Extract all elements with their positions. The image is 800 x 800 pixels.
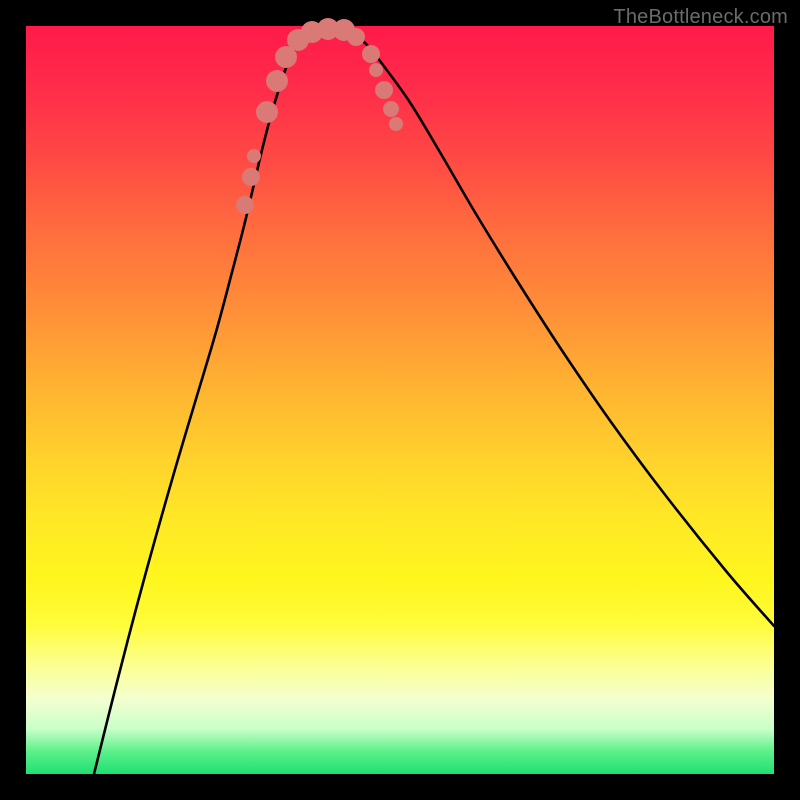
- data-marker: [375, 81, 393, 99]
- bottleneck-curve: [94, 29, 774, 774]
- marker-group: [236, 18, 403, 214]
- data-marker: [383, 101, 399, 117]
- data-marker: [236, 196, 254, 214]
- data-marker: [347, 28, 365, 46]
- outer-frame: TheBottleneck.com: [0, 0, 800, 800]
- chart-svg: [26, 26, 774, 774]
- data-marker: [256, 101, 278, 123]
- data-marker: [369, 63, 383, 77]
- data-marker: [242, 168, 260, 186]
- curve-group: [94, 29, 774, 774]
- data-marker: [247, 149, 261, 163]
- data-marker: [389, 117, 403, 131]
- data-marker: [362, 45, 380, 63]
- watermark-text: TheBottleneck.com: [613, 6, 788, 29]
- data-marker: [266, 70, 288, 92]
